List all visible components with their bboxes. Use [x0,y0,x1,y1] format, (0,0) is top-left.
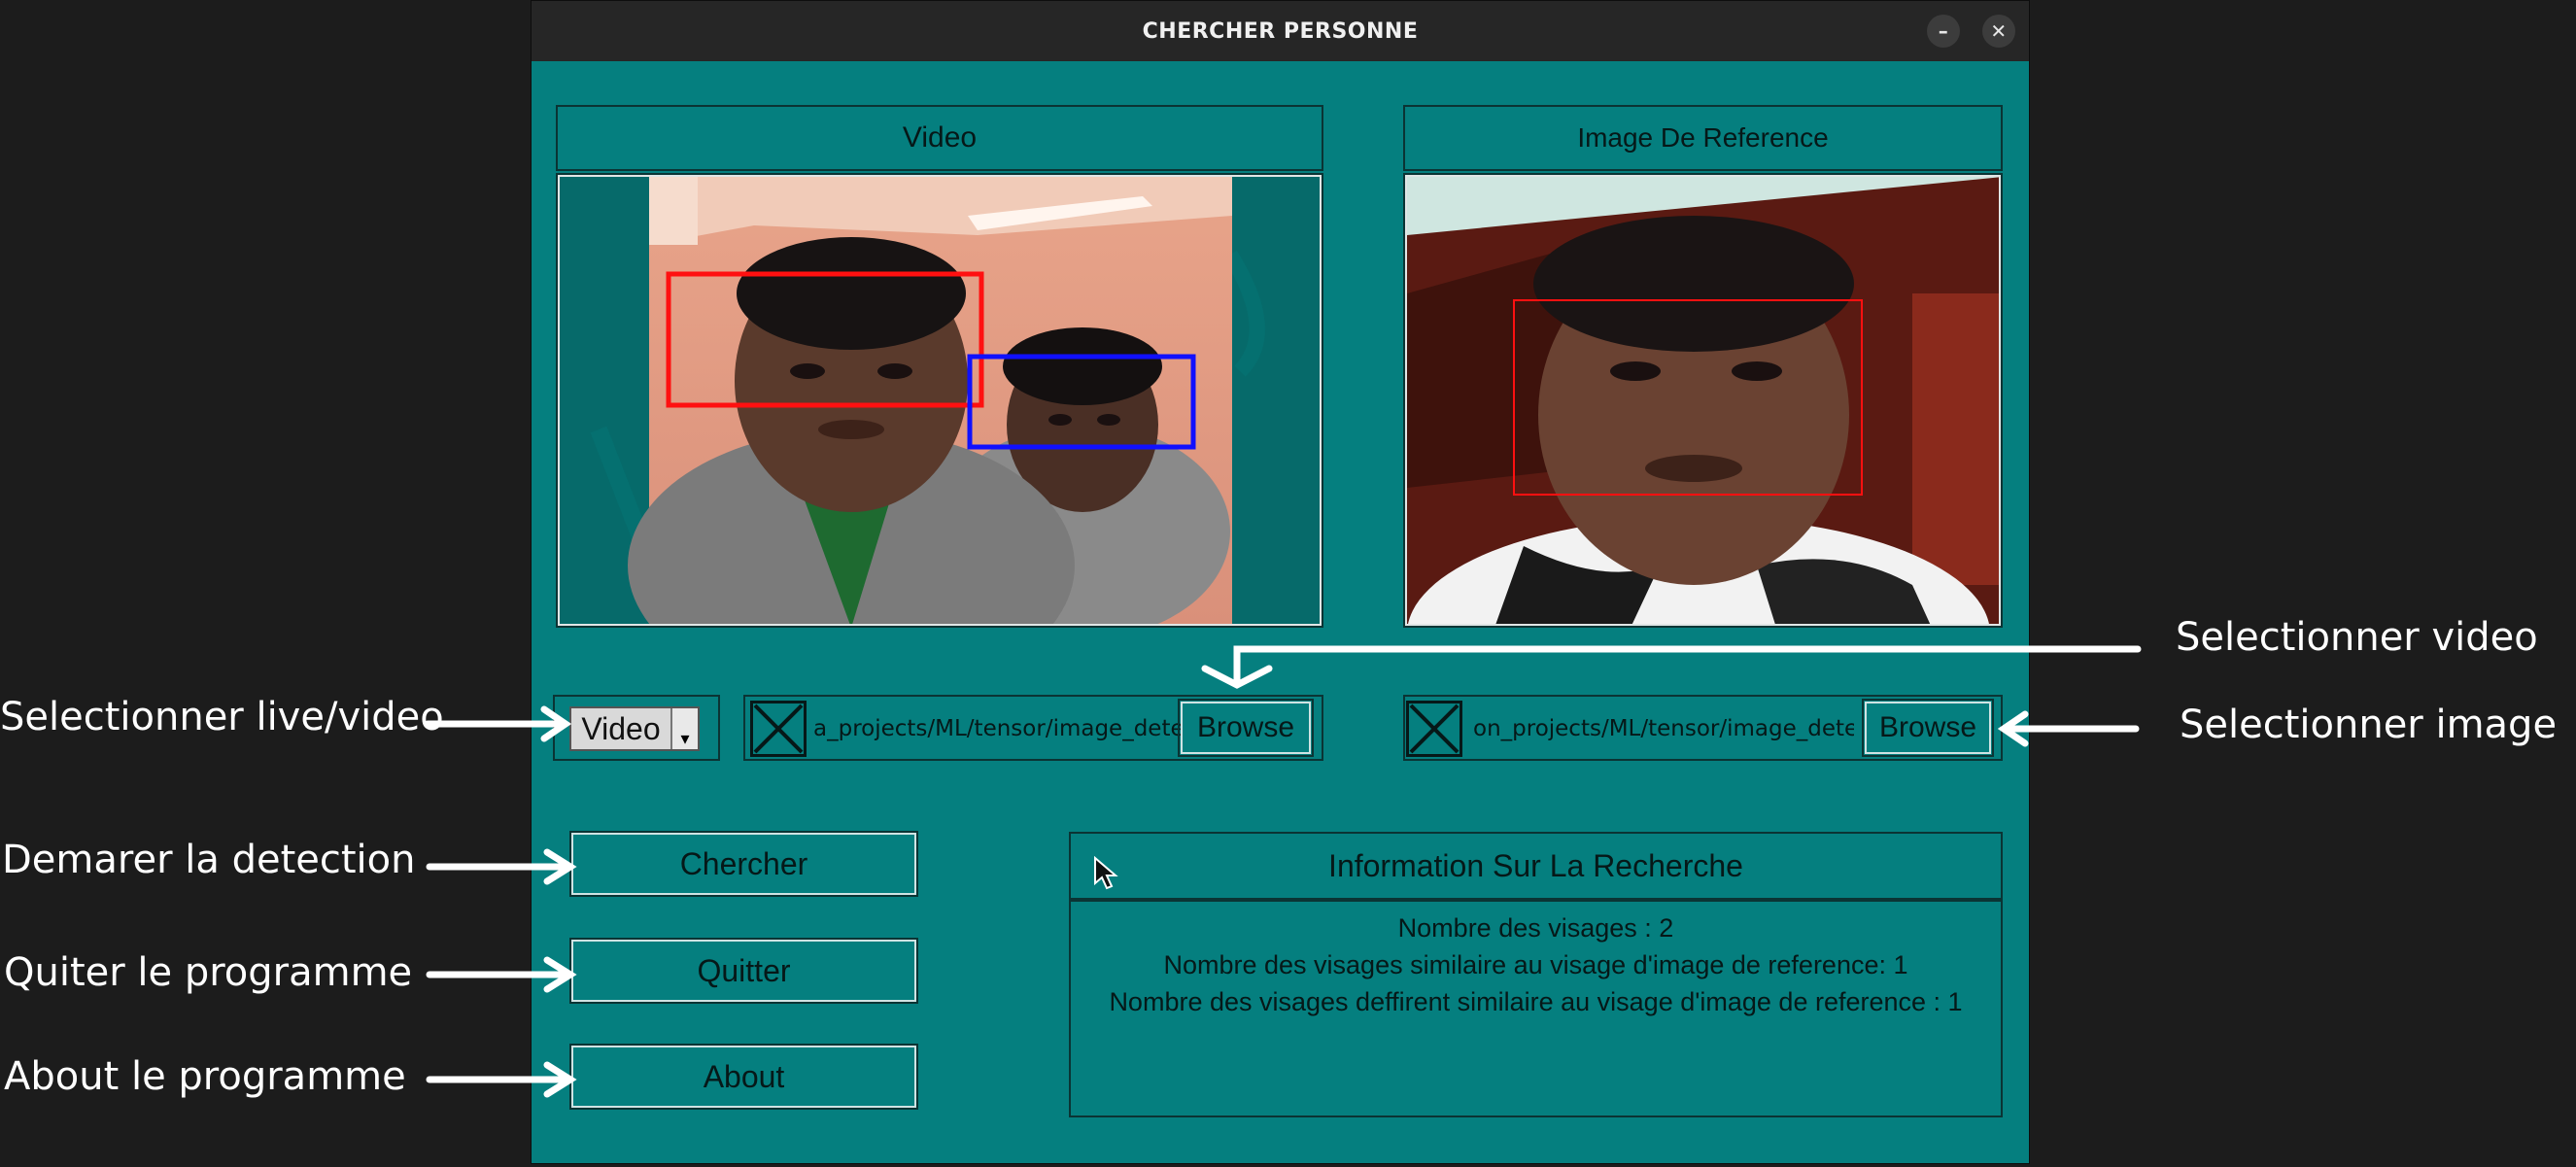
arrow-video [1201,645,2142,689]
arrow-start [426,848,577,885]
arrow-image [1997,710,2140,747]
annotation-arrows [424,645,2142,1098]
arrow-live-video [424,705,572,742]
arrow-quit [426,956,577,993]
arrow-about [426,1061,577,1098]
